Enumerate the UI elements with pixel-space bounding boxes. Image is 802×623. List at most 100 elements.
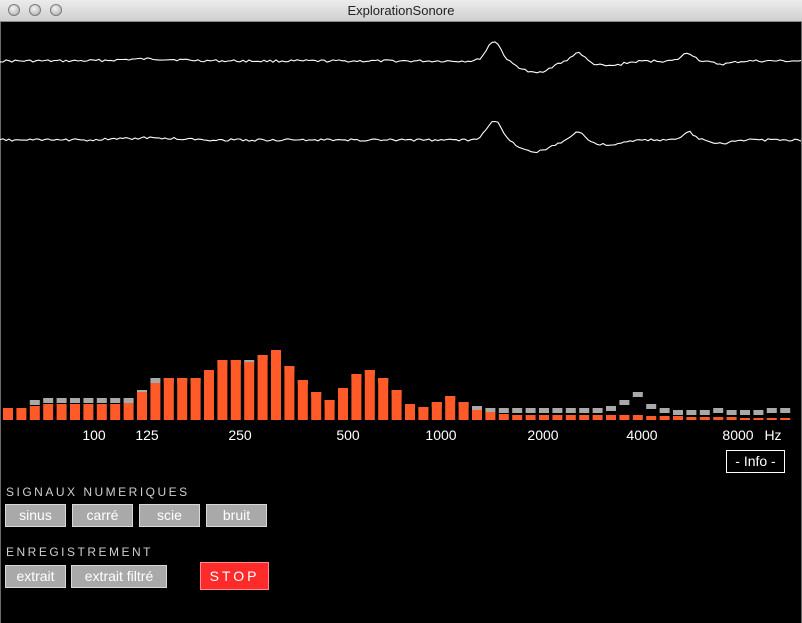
spectrum-peak-marker xyxy=(766,408,777,413)
info-button[interactable]: - Info - xyxy=(726,450,785,473)
spectrum-bar xyxy=(324,400,335,420)
sinus-button[interactable]: sinus xyxy=(5,504,66,527)
bruit-button[interactable]: bruit xyxy=(206,504,267,527)
spectrum-bar xyxy=(632,415,643,420)
spectrum-bar xyxy=(204,370,214,420)
spectrum-bar xyxy=(123,403,134,420)
spectrum-peak-marker xyxy=(740,410,750,415)
spectrum-bar xyxy=(472,410,482,420)
spectrum-bar xyxy=(150,383,161,420)
spectrum-bar xyxy=(512,415,523,420)
spectrum-bar xyxy=(592,415,603,420)
extrait-filtre-button[interactable]: extrait filtré xyxy=(71,565,167,588)
spectrum-peak-marker xyxy=(606,406,616,411)
spectrum-bar xyxy=(297,380,308,420)
spectrum-peak-marker xyxy=(110,398,121,403)
spectrum-peak-marker xyxy=(699,410,710,415)
recording-section-title: ENREGISTREMENT xyxy=(6,545,154,559)
freq-label-8000: 8000 xyxy=(722,427,754,443)
spectrum-bar xyxy=(606,415,616,420)
spectrum-peak-marker xyxy=(123,398,134,403)
spectrum-bar xyxy=(740,418,750,420)
waveform-display xyxy=(0,41,802,154)
spectrum-bar xyxy=(230,360,241,420)
spectrum-bar xyxy=(619,415,630,420)
spectrum-bar xyxy=(3,408,13,420)
spectrum-bar xyxy=(766,418,777,420)
spectrum-peak-marker xyxy=(498,408,509,413)
spectrum-peak-marker xyxy=(686,410,697,415)
spectrum-bar xyxy=(311,392,322,420)
spectrum-bar xyxy=(539,415,549,420)
spectrum-peak-marker xyxy=(512,408,523,413)
title-bar: ExplorationSonore xyxy=(0,0,802,22)
spectrum-peak-marker xyxy=(43,398,54,403)
spectrum-peak-marker xyxy=(659,408,670,413)
freq-label-2000: 2000 xyxy=(527,427,559,443)
spectrum-bar xyxy=(659,416,670,420)
spectrum-peak-marker xyxy=(96,398,107,403)
spectrum-bar xyxy=(699,417,710,420)
signals-section-title: SIGNAUX NUMERIQUES xyxy=(6,485,190,499)
spectrum-bar xyxy=(431,402,442,420)
spectrum-bar xyxy=(418,407,429,420)
spectrum-bar xyxy=(445,396,456,420)
spectrum-bar xyxy=(552,415,563,420)
freq-label-125: 125 xyxy=(135,427,159,443)
spectrum-peak-marker xyxy=(619,400,630,405)
spectrum-bar xyxy=(83,404,94,420)
stop-button[interactable]: STOP xyxy=(200,562,269,590)
spectrum-bar xyxy=(163,378,174,420)
spectrum-peak-marker xyxy=(83,398,94,403)
spectrum-bar xyxy=(271,350,281,420)
spectrum-bar xyxy=(485,412,496,420)
spectrum-peak-marker xyxy=(70,398,80,403)
spectrum-peak-marker xyxy=(29,400,40,405)
spectrum-peak-marker xyxy=(579,408,590,413)
spectrum-display xyxy=(3,350,791,420)
spectrum-peak-marker xyxy=(726,410,737,415)
spectrum-bar xyxy=(364,370,375,420)
spectrum-bar xyxy=(110,404,121,420)
freq-label-4000: 4000 xyxy=(626,427,658,443)
spectrum-peak-marker xyxy=(780,408,791,413)
spectrum-bar xyxy=(525,415,536,420)
carre-button[interactable]: carré xyxy=(72,504,133,527)
spectrum-bar xyxy=(244,362,255,420)
freq-label-500: 500 xyxy=(336,427,360,443)
spectrum-peak-marker xyxy=(56,398,67,403)
window-title: ExplorationSonore xyxy=(347,3,455,18)
spectrum-bar xyxy=(753,418,764,420)
spectrum-bar xyxy=(726,417,737,420)
spectrum-bar xyxy=(565,415,576,420)
freq-label-100: 100 xyxy=(82,427,106,443)
freq-unit-label: Hz xyxy=(764,427,782,443)
spectrum-peak-marker xyxy=(539,408,549,413)
spectrum-bar xyxy=(29,406,40,420)
spectrum-bar xyxy=(137,392,147,420)
spectrum-bar xyxy=(56,404,67,420)
spectrum-bar xyxy=(686,417,697,420)
waveform-top xyxy=(0,41,802,74)
spectrum-peak-marker xyxy=(552,408,563,413)
spectrum-peak-marker xyxy=(646,404,657,409)
spectrum-bar xyxy=(351,374,362,420)
spectrum-bar xyxy=(391,390,402,420)
spectrum-peak-marker xyxy=(565,408,576,413)
freq-label-1000: 1000 xyxy=(425,427,457,443)
spectrum-peak-marker xyxy=(150,378,161,383)
spectrum-peak-marker xyxy=(632,392,643,397)
extrait-button[interactable]: extrait xyxy=(5,565,66,588)
spectrum-peak-marker xyxy=(592,408,603,413)
spectrum-bar xyxy=(338,388,348,420)
spectrum-bar xyxy=(43,404,54,420)
spectrum-bar xyxy=(70,404,80,420)
spectrum-bar xyxy=(190,378,201,420)
spectrum-peak-marker xyxy=(713,408,724,413)
spectrum-bar xyxy=(96,404,107,420)
spectrum-peak-marker xyxy=(525,408,536,413)
spectrum-bar xyxy=(217,360,228,420)
scie-button[interactable]: scie xyxy=(139,504,200,527)
spectrum-bar xyxy=(284,366,295,420)
spectrum-bar xyxy=(673,416,683,420)
